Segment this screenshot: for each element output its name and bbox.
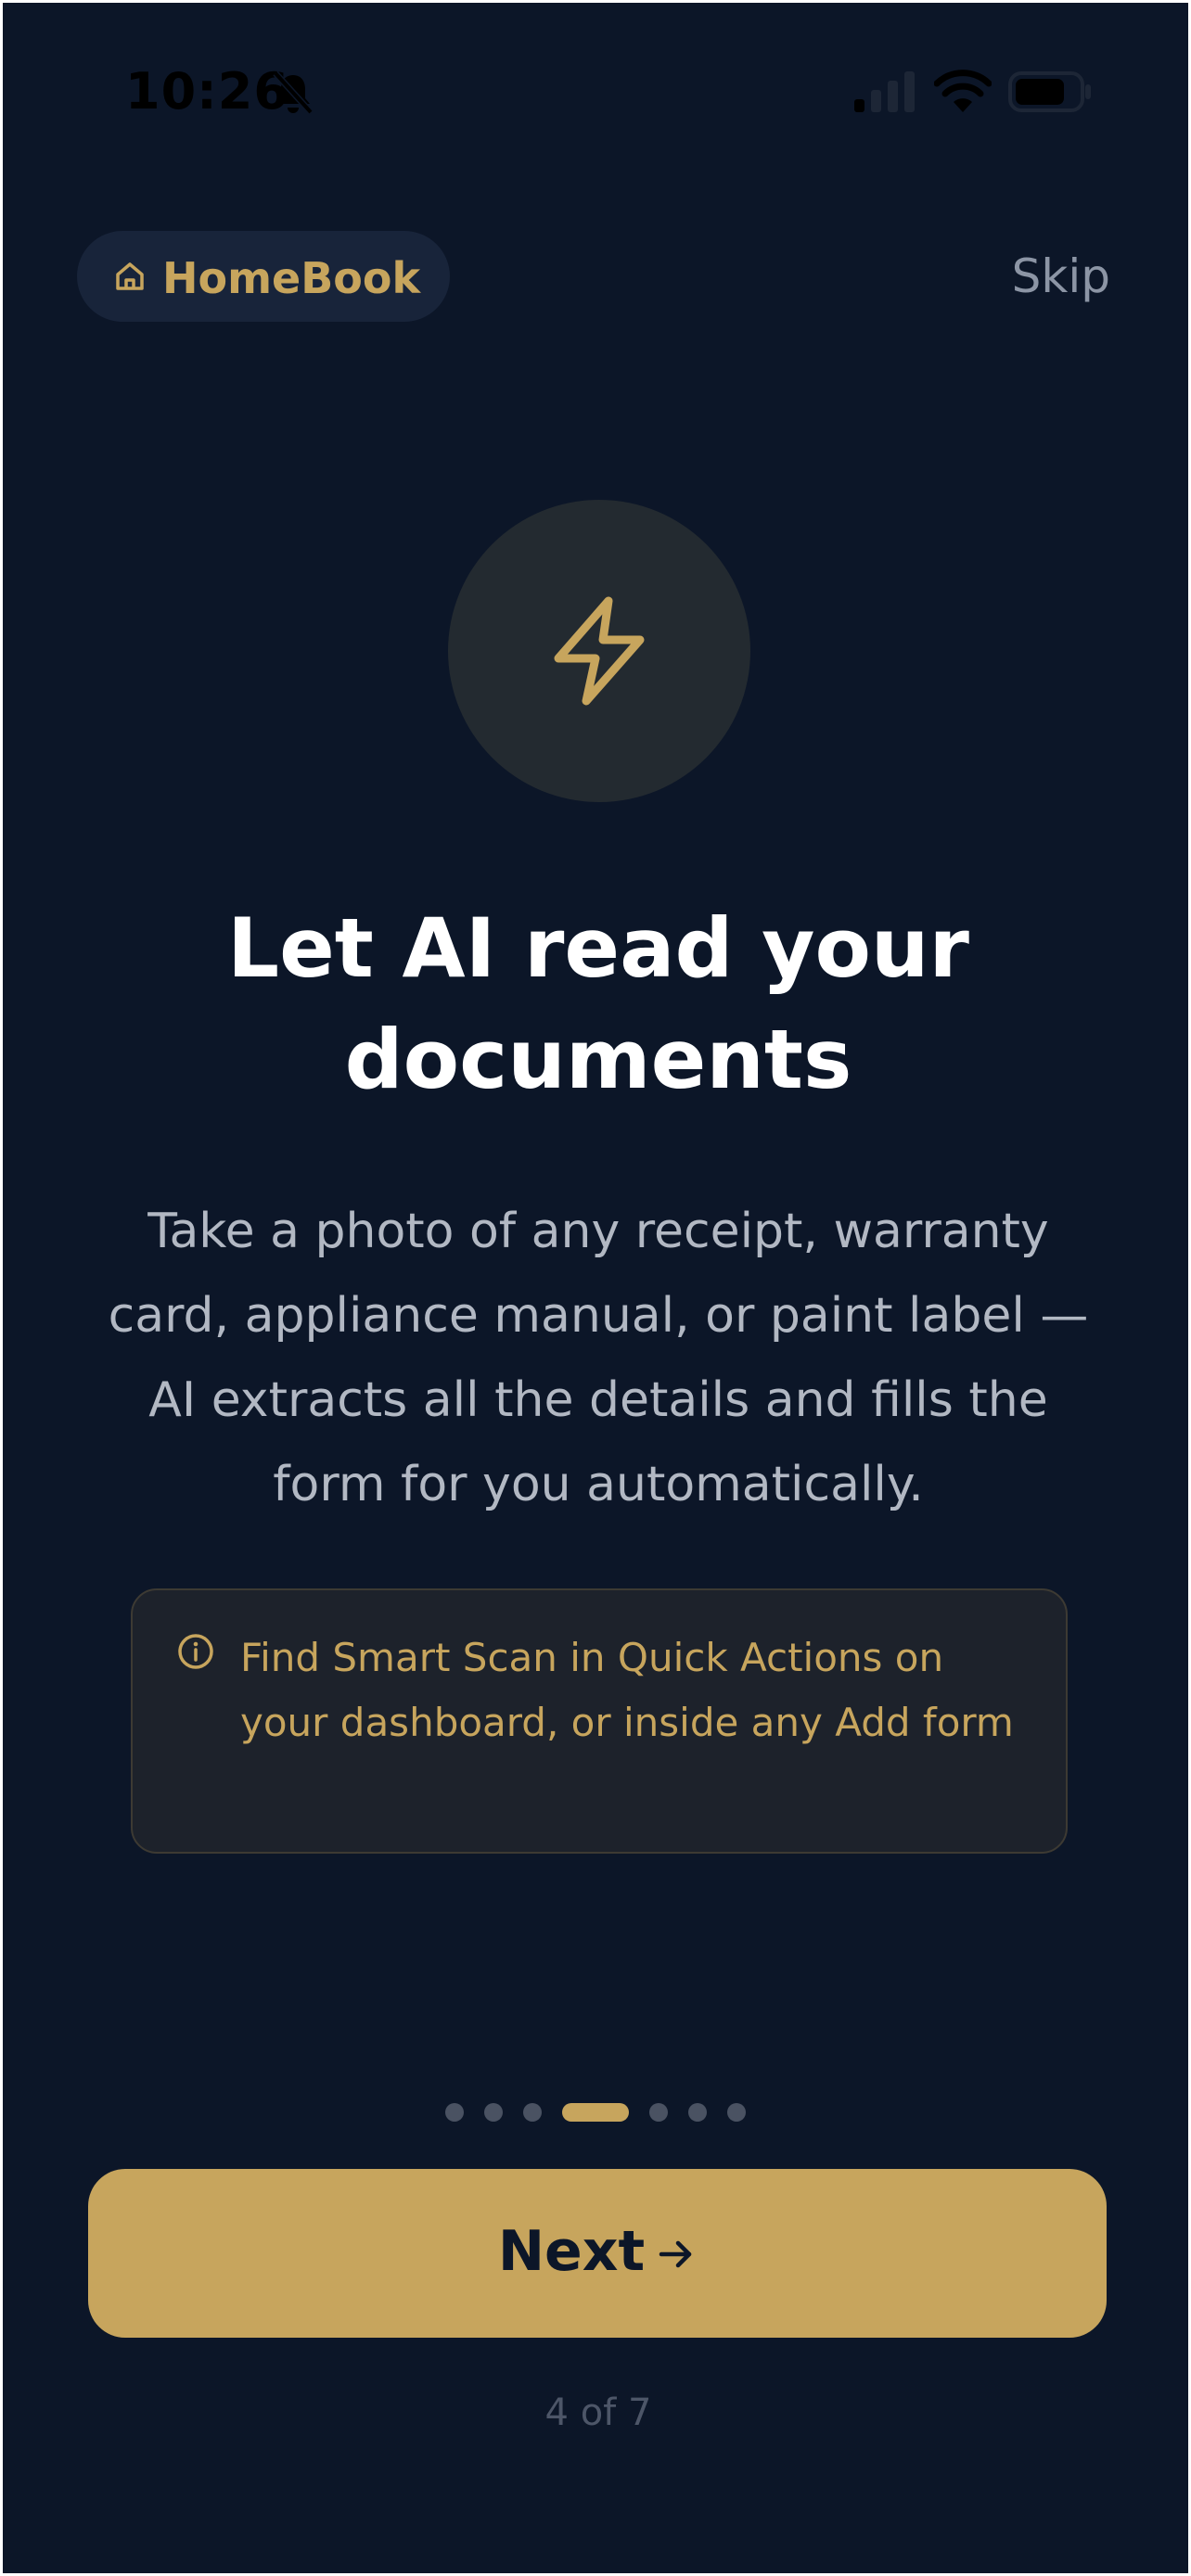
hero-icon-circle [448,500,750,802]
page-dot-active [562,2103,629,2122]
onboarding-screen: 10:26 HomeBook Skip Let AI read your doc… [0,0,1191,2576]
step-counter: 4 of 7 [544,2391,652,2434]
next-button[interactable]: Next [88,2169,1107,2338]
page-dot [523,2103,542,2122]
arrow-right-icon [659,2240,692,2268]
battery-icon [1008,71,1091,112]
signal-icon [854,71,915,112]
page-dot [484,2103,503,2122]
bell-slash-icon [273,70,314,115]
info-callout: Find Smart Scan in Quick Actions on your… [131,1588,1068,1854]
page-dot [649,2103,668,2122]
page-title: Let AI read your documents [227,900,969,1107]
page-description: Take a photo of any receipt, warranty ca… [108,1204,1089,1512]
page-indicator [3,2100,1188,2124]
wifi-icon [934,70,992,112]
home-icon [116,262,144,290]
info-icon [178,1634,213,1669]
page-dot [445,2103,464,2122]
page-dot [688,2103,707,2122]
info-text: Find Smart Scan in Quick Actions on your… [240,1635,1014,1745]
brand-name: HomeBook [162,253,421,303]
brand-badge: HomeBook [77,231,450,322]
page-dot [727,2103,746,2122]
skip-button[interactable]: Skip [1012,249,1110,303]
next-button-label: Next [497,2219,646,2284]
status-bar: 10:26 [3,3,1188,188]
bolt-icon [554,596,645,706]
status-time: 10:26 [125,62,289,121]
